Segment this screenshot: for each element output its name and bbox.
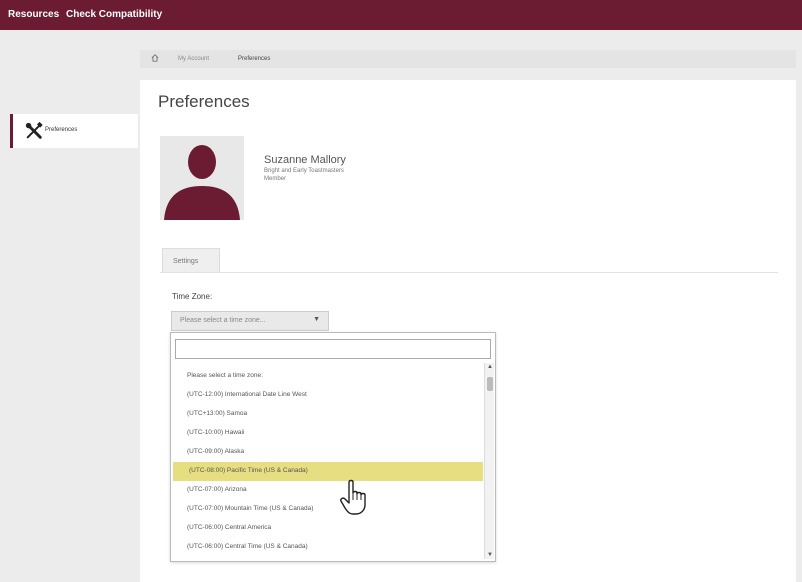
time-zone-dropdown: Please select a time zone: (UTC-12:00) I…: [170, 332, 496, 562]
profile-role: Member: [264, 176, 287, 182]
time-zone-option[interactable]: (UTC-06:00) Central America: [171, 519, 483, 538]
scrollbar-thumb[interactable]: [487, 377, 493, 391]
time-zone-label: Time Zone:: [172, 292, 213, 301]
user-silhouette-icon: [164, 145, 240, 220]
breadcrumb: My Account Preferences: [140, 50, 796, 68]
nav-link-check-compatibility[interactable]: Check Compatibility: [66, 9, 162, 20]
page-title: Preferences: [158, 92, 250, 111]
time-zone-option-highlighted[interactable]: (UTC-08:00) Pacific Time (US & Canada): [173, 462, 483, 481]
tools-icon: [25, 122, 43, 139]
time-zone-search-input[interactable]: [175, 339, 491, 359]
profile-name: Suzanne Mallory: [264, 154, 346, 166]
dropdown-scrollbar[interactable]: ▲ ▼: [484, 363, 494, 559]
caret-down-icon: ▼: [313, 316, 320, 323]
top-navbar: Resources Check Compatibility: [0, 0, 802, 30]
avatar: [160, 136, 244, 220]
breadcrumb-preferences: Preferences: [238, 56, 271, 62]
scroll-up-icon[interactable]: ▲: [487, 364, 493, 370]
scroll-down-icon[interactable]: ▼: [487, 552, 493, 558]
time-zone-selected-value: Please select a time zone...: [180, 317, 266, 324]
sidebar-item-preferences[interactable]: Preferences: [10, 114, 138, 148]
time-zone-option[interactable]: (UTC-07:00) Mountain Time (US & Canada): [171, 500, 483, 519]
time-zone-option[interactable]: (UTC-12:00) International Date Line West: [171, 386, 483, 405]
home-icon[interactable]: [151, 54, 159, 62]
time-zone-select[interactable]: Please select a time zone... ▼: [171, 311, 329, 331]
main-panel: Preferences Suzanne Mallory Bright and E…: [140, 80, 796, 582]
time-zone-option[interactable]: (UTC-10:00) Hawaii: [171, 424, 483, 443]
time-zone-options-list: Please select a time zone: (UTC-12:00) I…: [171, 367, 483, 561]
breadcrumb-my-account[interactable]: My Account: [178, 56, 209, 62]
time-zone-option[interactable]: (UTC+13:00) Samoa: [171, 405, 483, 424]
profile-organization: Bright and Early Toastmasters: [264, 168, 344, 174]
tab-settings[interactable]: Settings: [162, 248, 220, 273]
hand-pointer-icon: [340, 479, 366, 515]
time-zone-option[interactable]: (UTC-07:00) Arizona: [171, 481, 483, 500]
nav-link-resources[interactable]: Resources: [8, 9, 59, 20]
time-zone-option[interactable]: Please select a time zone:: [171, 367, 483, 386]
time-zone-option[interactable]: (UTC-09:00) Alaska: [171, 443, 483, 462]
tabs-divider: [160, 272, 778, 273]
time-zone-option[interactable]: (UTC-06:00) Central Time (US & Canada): [171, 538, 483, 557]
sidebar-item-label: Preferences: [45, 127, 78, 133]
